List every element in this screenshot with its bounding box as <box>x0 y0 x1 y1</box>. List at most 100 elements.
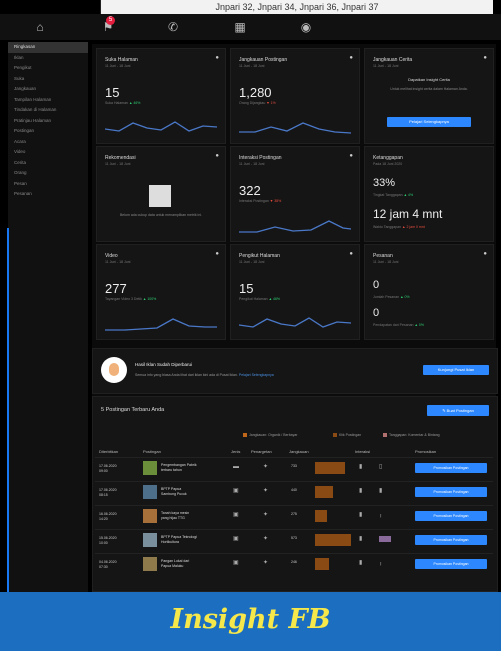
sidebar-item-orang[interactable]: Orang <box>8 168 88 179</box>
sidebar-item-pesanan[interactable]: Pesanan <box>8 189 88 200</box>
section-title: 5 Postingan Terbaru Anda <box>101 407 165 413</box>
visit-ads-center-button[interactable]: Kunjungi Pusat Iklan <box>423 365 489 375</box>
recent-posts-section: 5 Postingan Terbaru Anda ✎ Buat Postinga… <box>92 396 498 592</box>
info-icon[interactable]: ● <box>349 55 353 61</box>
reach-bar <box>315 534 351 546</box>
empty-state-icon <box>149 185 171 207</box>
reactions-icon: ╷ <box>379 512 383 518</box>
trend-line <box>105 121 217 132</box>
card-pengikut-halaman[interactable]: Pengikut Halaman 11 Juni - 18 Juni ● 15 … <box>230 244 360 340</box>
sidebar-item-pengikut[interactable]: Pengikut <box>8 63 88 74</box>
response-rate-sub: Tingkat Tanggapan ▲ 4% <box>373 193 414 197</box>
info-icon[interactable]: ● <box>215 251 219 257</box>
sidebar-item-pesan[interactable]: Pesan <box>8 179 88 190</box>
info-icon[interactable]: ● <box>483 55 487 61</box>
sidebar-item-tampilan-halaman[interactable]: Tampilan Halaman <box>8 95 88 106</box>
table-row[interactable]: 16.06.2020 14:20 Tanah kaya mesin yang hi… <box>95 505 493 528</box>
card-sub: Orang Dijangkau ▼ 1% <box>239 101 276 105</box>
clicks-icon: ▮ <box>359 512 363 518</box>
promote-post-button[interactable]: Promosikan Postingan <box>415 559 487 569</box>
messenger-icon[interactable]: ✆ <box>165 19 181 35</box>
post-type-icon: ▣ <box>233 536 239 542</box>
store-icon[interactable]: ▦ <box>232 19 248 35</box>
banner-title: Hasil Iklan Sudah Diperbarui <box>135 362 193 367</box>
post-title[interactable]: Tanah kaya mesin yang hijau TTG <box>161 511 197 520</box>
promote-post-button[interactable]: Promosikan Postingan <box>415 463 487 473</box>
sidebar-item-iklan[interactable]: Iklan <box>8 53 88 64</box>
card-title: Ketanggapan <box>373 155 403 161</box>
card-suka-halaman[interactable]: Suka Halaman 11 Juni - 18 Juni ● 15 Suka… <box>96 48 226 144</box>
create-post-button[interactable]: ✎ Buat Postingan <box>427 405 489 416</box>
sidebar-item-tindakan[interactable]: Tindakan di Halaman <box>8 105 88 116</box>
card-jangkauan-cerita[interactable]: Jangkauan Cerita 11 Juni - 18 Juni ● Dap… <box>364 48 494 144</box>
promote-post-button[interactable]: Promosikan Postingan <box>415 487 487 497</box>
post-thumbnail[interactable] <box>143 461 157 475</box>
card-rekomendasi[interactable]: Rekomendasi 11 Juni - 18 Juni ● Belum ad… <box>96 146 226 242</box>
card-pesanan[interactable]: Pesanan 11 Juni - 18 Juni ● 0 Jumlah Pes… <box>364 244 494 340</box>
table-row[interactable]: 17.06.2020 08:15 BPTP Papua Sambung Pucuk… <box>95 481 493 504</box>
sidebar-item-cerita[interactable]: Cerita <box>8 158 88 169</box>
info-icon[interactable]: ● <box>215 153 219 159</box>
column-header[interactable]: Promosikan <box>415 449 436 454</box>
sidebar-item-jangkauan[interactable]: Jangkauan <box>8 84 88 95</box>
reactions-icon: ╷ <box>379 560 383 566</box>
sidebar: Ringkasan Iklan Pengikut Suka Jangkauan … <box>8 42 88 632</box>
card-date: 11 Juni - 18 Juni <box>105 64 131 68</box>
reach-bar <box>315 486 333 498</box>
column-header[interactable]: Interaksi <box>355 449 370 454</box>
post-date: 04.06.2020 07:30 <box>99 560 117 569</box>
column-header[interactable]: Postingan <box>143 449 161 454</box>
response-rate-value: 33% <box>373 177 396 189</box>
card-body: Belum ada cukup data untuk menampilkan m… <box>119 213 203 217</box>
card-title: Video <box>105 253 118 259</box>
column-header[interactable]: Jenis <box>231 449 240 454</box>
trend-line <box>239 220 351 233</box>
learn-more-link[interactable]: Pelajari Selengkapnya <box>239 373 274 377</box>
card-jangkauan-postingan[interactable]: Jangkauan Postingan 11 Juni - 18 Juni ● … <box>230 48 360 144</box>
card-interaksi-postingan[interactable]: Interaksi Postingan 11 Juni - 18 Juni ● … <box>230 146 360 242</box>
post-thumbnail[interactable] <box>143 485 157 499</box>
sidebar-item-ringkasan[interactable]: Ringkasan <box>8 42 88 53</box>
sidebar-item-postingan[interactable]: Postingan <box>8 126 88 137</box>
sidebar-item-acara[interactable]: Acara <box>8 137 88 148</box>
card-date: Pada 18 Juni 2020 <box>373 162 403 166</box>
orders-count-sub: Jumlah Pesanan ▲ 0% <box>373 295 410 299</box>
info-icon[interactable]: ● <box>349 153 353 159</box>
orders-revenue-value: 0 <box>373 307 380 319</box>
info-icon[interactable]: ● <box>215 55 219 61</box>
targeting-icon: ✦ <box>263 464 269 470</box>
learn-more-button[interactable]: Pelajari Selengkapnya <box>387 117 471 127</box>
post-title[interactable]: Pengembangan Pabrik terbaru tahun <box>161 463 197 472</box>
card-value: 277 <box>105 281 127 296</box>
sidebar-item-suka[interactable]: Suka <box>8 74 88 85</box>
column-header[interactable]: Diterbitkan <box>99 449 118 454</box>
card-video[interactable]: Video 11 Juni - 18 Juni ● 277 Tayangan V… <box>96 244 226 340</box>
post-date: 16.06.2020 14:20 <box>99 512 117 521</box>
post-title[interactable]: BPTP Papua Teknologi Hortikultura <box>161 535 197 544</box>
trend-line <box>239 122 351 134</box>
post-title[interactable]: Pangan Lokal dari Papua Maluku <box>161 559 197 568</box>
post-thumbnail[interactable] <box>143 533 157 547</box>
groups-icon[interactable]: ◉ <box>298 19 314 35</box>
table-row[interactable]: 04.06.2020 07:30 Pangan Lokal dari Papua … <box>95 553 493 576</box>
info-icon[interactable]: ● <box>349 251 353 257</box>
post-thumbnail[interactable] <box>143 557 157 571</box>
promote-post-button[interactable]: Promosikan Postingan <box>415 535 487 545</box>
post-thumbnail[interactable] <box>143 509 157 523</box>
card-date: 11 Juni - 18 Juni <box>105 162 131 166</box>
card-ketanggapan[interactable]: Ketanggapan Pada 18 Juni 2020 33% Tingka… <box>364 146 494 242</box>
promote-post-button[interactable]: Promosikan Postingan <box>415 511 487 521</box>
home-icon[interactable]: ⌂ <box>32 19 48 35</box>
post-title[interactable]: BPTP Papua Sambung Pucuk <box>161 487 197 496</box>
post-type-icon: ▣ <box>233 488 239 494</box>
column-header[interactable]: Penargetan <box>251 449 272 454</box>
table-row[interactable]: 17.06.2020 09:00 Pengembangan Pabrik terb… <box>95 457 493 480</box>
column-header[interactable]: Jangkauan <box>289 449 309 454</box>
card-date: 11 Juni - 18 Juni <box>373 64 399 68</box>
info-icon[interactable]: ● <box>483 251 487 257</box>
sidebar-item-video[interactable]: Video <box>8 147 88 158</box>
legend-reactions: Tanggapan: Komentar & Bintang <box>383 433 440 438</box>
sidebar-item-pratinjau[interactable]: Pratinjau Halaman <box>8 116 88 127</box>
card-sub: Suka Halaman ▲ 46% <box>105 101 141 105</box>
table-row[interactable]: 15.06.2020 10:00 BPTP Papua Teknologi Hor… <box>95 529 493 552</box>
